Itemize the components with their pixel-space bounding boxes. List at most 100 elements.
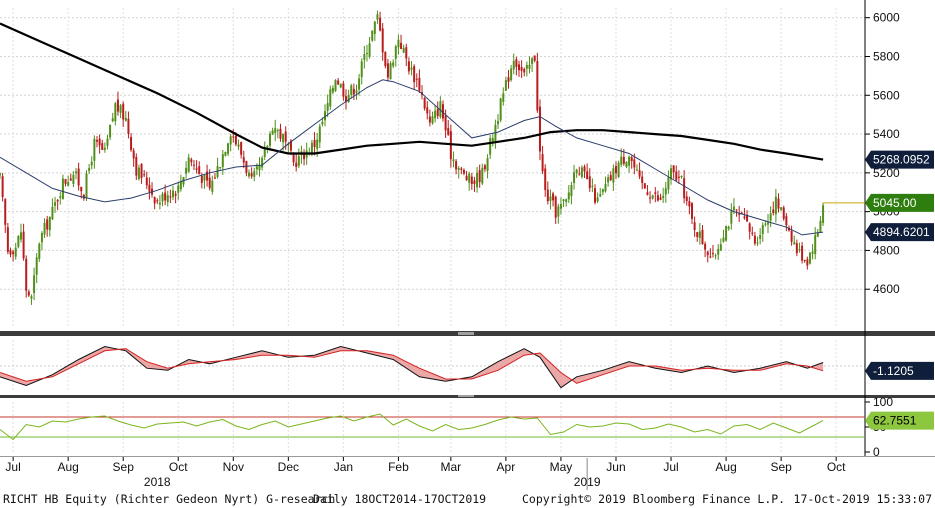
candle-body: [795, 243, 798, 254]
candle-body: [72, 174, 75, 184]
candlestick: [313, 132, 316, 156]
candle-body: [683, 178, 686, 199]
candle-body: [499, 98, 502, 121]
last-price-tag: 5045.00: [865, 193, 934, 212]
candlestick: [738, 205, 741, 222]
year-label: 2018: [144, 475, 171, 489]
candlestick: [748, 222, 751, 240]
candlestick: [457, 166, 460, 179]
candle-body: [339, 83, 342, 88]
candlestick: [198, 161, 201, 175]
candlestick: [656, 190, 659, 202]
candlestick: [0, 172, 1, 179]
candle-body: [342, 83, 345, 97]
candle-body: [221, 154, 224, 168]
candlestick: [397, 34, 400, 55]
candle-body: [622, 156, 625, 164]
candle-body: [85, 173, 88, 199]
candle-body: [392, 62, 395, 67]
candle-body: [583, 166, 586, 172]
candle-body: [693, 222, 696, 231]
candle-body: [620, 156, 623, 165]
candlestick: [27, 289, 30, 298]
security-name: RICHT HB Equity (Richter Gedeon Nyrt) G-…: [3, 492, 335, 506]
candlestick: [696, 231, 699, 242]
candlestick: [614, 161, 617, 179]
candlestick: [373, 20, 376, 41]
candle-body: [698, 231, 701, 238]
candle-body: [135, 156, 138, 176]
x-tick-label: Nov: [223, 460, 244, 474]
candlestick: [651, 194, 654, 200]
candle-body: [518, 64, 520, 71]
candle-body: [554, 196, 557, 218]
candle-body: [119, 105, 122, 113]
candlestick: [462, 168, 465, 176]
candlestick: [179, 174, 182, 192]
candlestick: [271, 127, 274, 135]
candlestick: [177, 182, 180, 200]
candle-body: [504, 80, 507, 91]
candle-body: [261, 157, 264, 168]
candle-body: [793, 242, 796, 245]
timestamp: 17-Oct-2019 15:33:07: [794, 492, 933, 506]
candlestick: [17, 235, 20, 249]
candle-body: [502, 93, 505, 102]
candlestick: [670, 164, 673, 185]
candlestick: [38, 242, 41, 262]
candle-body: [88, 168, 91, 171]
candle-body: [386, 63, 389, 78]
candlestick: [376, 10, 379, 24]
price-tick-label: 6000: [873, 11, 900, 25]
candlestick: [546, 181, 549, 205]
candle-body: [350, 85, 353, 95]
candlestick: [242, 150, 245, 169]
candle-body: [368, 43, 371, 57]
candle-body: [588, 176, 591, 189]
candle-body: [109, 124, 112, 138]
candle-body: [489, 138, 492, 155]
candle-body: [452, 159, 455, 162]
candlestick: [434, 105, 437, 123]
candlestick: [449, 124, 452, 168]
candle-body: [38, 243, 41, 259]
candle-body: [46, 219, 49, 230]
candlestick: [48, 216, 51, 237]
candle-body: [347, 94, 350, 103]
candlestick: [525, 61, 528, 77]
candle-body: [711, 253, 714, 255]
candlestick: [798, 242, 801, 253]
candle-body: [371, 30, 374, 41]
candle-body: [95, 139, 98, 142]
x-tick-label: Mar: [441, 460, 462, 474]
candlestick: [124, 111, 127, 122]
candlestick: [386, 58, 389, 82]
candlestick: [428, 109, 431, 127]
candlestick: [248, 169, 251, 179]
candlestick: [187, 153, 190, 173]
candle-body: [732, 206, 735, 211]
candlestick: [725, 225, 728, 242]
candlestick: [625, 161, 628, 169]
candlestick: [518, 60, 520, 77]
candle-body: [426, 107, 429, 114]
candle-body: [25, 258, 28, 291]
candlestick: [769, 206, 772, 228]
candle-body: [567, 192, 570, 200]
candle-body: [659, 197, 662, 200]
candle-body: [772, 209, 775, 214]
oscillator-tag-text: -1.1205: [873, 364, 914, 378]
x-tick-label: May: [550, 460, 573, 474]
candle-body: [316, 139, 319, 149]
candlestick: [756, 236, 759, 246]
candle-body: [169, 196, 172, 198]
candle-body: [510, 68, 513, 81]
candle-body: [329, 89, 332, 107]
candlestick: [719, 238, 722, 251]
candle-body: [774, 196, 777, 215]
candlestick: [772, 201, 775, 216]
candle-body: [599, 194, 602, 197]
candlestick: [549, 189, 552, 210]
candlestick: [601, 188, 604, 196]
x-tick-label: Jun: [606, 460, 625, 474]
